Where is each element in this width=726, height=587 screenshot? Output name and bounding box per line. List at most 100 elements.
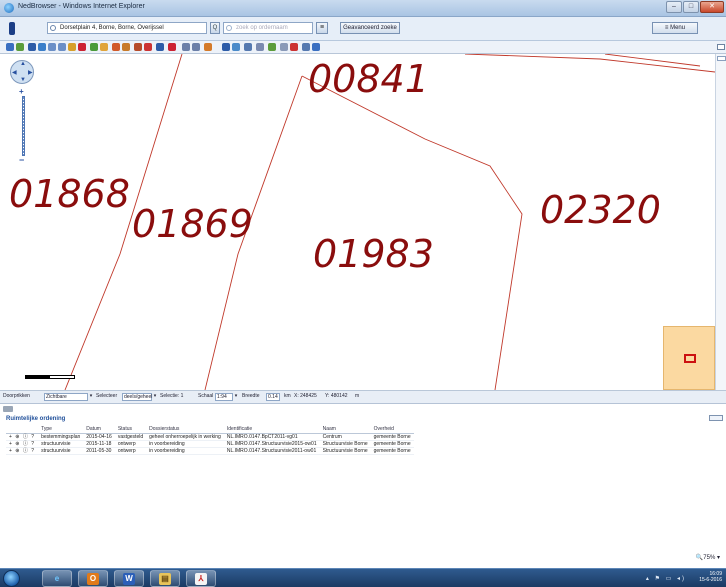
cell-naam: Structuurvisie Borne [319,440,371,448]
taskbar-word[interactable]: W [114,570,144,587]
bookmark-icon[interactable] [100,43,108,51]
close-button[interactable]: ✕ [700,1,724,13]
list-button[interactable]: ≡ [316,22,328,34]
column-header[interactable]: Naam [319,426,371,434]
pan-down-icon[interactable]: ▼ [20,77,26,83]
measure-icon[interactable] [134,43,142,51]
start-button[interactable] [3,570,20,587]
home-icon[interactable] [6,43,14,51]
print-map-icon[interactable] [302,43,310,51]
menu-button[interactable]: ≡ Menu [652,22,698,34]
print-results-icon[interactable] [709,415,723,421]
check-icon[interactable] [268,43,276,51]
pan-left-icon[interactable]: ◀ [12,69,17,76]
selecteer-select[interactable]: deels/geheel [122,393,152,401]
column-header[interactable]: Type [38,426,84,434]
table-row[interactable]: + ⊕ ⓘ ? structuurvisie 2015-11-18 ontwer… [6,440,414,448]
order-search-input[interactable]: zoek op ordernaam [223,22,313,34]
taskbar-pdf[interactable]: ⅄ [186,570,216,587]
search-button[interactable]: Q [210,22,220,34]
delete-icon[interactable] [290,43,298,51]
selectie-count: Selectie: 1 [160,393,184,399]
locate-icon[interactable] [168,43,176,51]
pan-icon[interactable] [78,43,86,51]
export-icon[interactable] [204,43,212,51]
pan-right-icon[interactable]: ▶ [28,69,33,76]
select-polygon-icon[interactable] [122,43,130,51]
pan-up-icon[interactable]: ▲ [20,61,26,67]
grid-icon[interactable] [244,43,252,51]
measure-area-icon[interactable] [144,43,152,51]
column-header[interactable]: Identificatie [223,426,320,434]
header-spacer [6,426,39,434]
overview-map[interactable] [663,326,715,390]
overview-extent-marker[interactable] [684,354,696,363]
row-actions-icon[interactable]: + ⊕ ⓘ ? [6,440,39,448]
y-coordinate: Y: 480142 [325,393,348,399]
map-canvas[interactable]: 00841 01868 01869 01983 02320 ▲ ◀ ▶ ▼ + … [0,54,715,390]
table-header: Type Datum Status Dossierstatus Identifi… [6,426,414,434]
doorprikken-select[interactable]: Zichtbare [44,393,88,401]
breedte-input[interactable]: 0.14 [266,393,280,401]
row-actions-icon[interactable]: + ⊕ ⓘ ? [6,433,39,441]
chevron-down-icon[interactable]: ▾ [233,393,239,401]
zoom-in-icon[interactable] [48,43,56,51]
cell-datum: 2015-04-16 [83,433,115,441]
taskbar-explorer[interactable]: ▤ [150,570,180,587]
chevron-down-icon[interactable]: ▾ [152,393,158,401]
panel-tools-icon[interactable] [3,406,13,412]
table-row[interactable]: + ⊕ ⓘ ? bestemmingsplan 2015-04-16 vastg… [6,433,414,441]
system-tray-icons[interactable]: ▴ ⚑ ▭ ◂) [646,575,686,582]
table-row[interactable]: + ⊕ ⓘ ? structuurvisie 2011-05-30 ontwer… [6,447,414,455]
expand-panel-icon[interactable] [717,56,726,61]
table-icon[interactable] [182,43,190,51]
globe-icon[interactable] [38,43,46,51]
flag-icon[interactable] [280,43,288,51]
cell-naam: Centrum [319,433,371,441]
schaal-input[interactable]: 1:94 [215,393,233,401]
report-icon[interactable] [192,43,200,51]
select-icon[interactable] [112,43,120,51]
minimize-button[interactable]: – [666,1,682,13]
image-icon[interactable] [232,43,240,51]
maximize-button[interactable]: □ [683,1,699,13]
zoom-extent-icon[interactable] [68,43,76,51]
taskbar-outlook[interactable]: O [78,570,108,587]
advanced-search-button[interactable]: Geavanceerd zoeke [340,22,400,34]
taskbar-ie[interactable]: e [42,570,72,587]
folder-icon: ▤ [159,573,171,585]
column-header[interactable]: Dossierstatus [146,426,224,434]
selecteer-label: Selecteer [96,393,118,399]
cell-type: bestemmingsplan [38,433,84,441]
info-icon[interactable] [156,43,164,51]
search-icon [50,25,56,31]
ordening-table: Type Datum Status Dossierstatus Identifi… [6,426,414,455]
help-icon[interactable] [312,43,320,51]
panel-toggle-icon[interactable] [717,44,725,50]
scale-bar [25,375,75,379]
column-header[interactable]: Status [114,426,147,434]
print-icon[interactable] [28,43,36,51]
clock[interactable]: 16:09 15-6-2016 [699,571,722,583]
pan-control[interactable]: ▲ ◀ ▶ ▼ [10,60,34,84]
layers-icon[interactable] [16,43,24,51]
map-statusbar: Doorprikken Zichtbare ▾ Selecteer deels/… [0,390,726,403]
column-header[interactable]: Overheid [370,426,414,434]
zoom-out-button[interactable]: − [19,155,24,165]
zoom-in-button[interactable]: + [19,87,24,96]
refresh-icon[interactable] [90,43,98,51]
chevron-down-icon[interactable]: ▾ [88,393,94,401]
cell-datum: 2011-05-30 [83,447,115,455]
draw-icon[interactable] [222,43,230,51]
zoom-level[interactable]: 🔍75% ▾ [696,554,720,561]
address-search-input[interactable]: Dorsetplain 4, Borne, Borne, Overijssel [47,22,207,34]
column-header[interactable]: Datum [83,426,115,434]
row-actions-icon[interactable]: + ⊕ ⓘ ? [6,447,39,455]
cell-identificatie: NL.IMRO.0147.Structuurvisie2015-ow01 [223,440,320,448]
parcel-label: 00841 [308,57,429,101]
zoom-out-icon[interactable] [58,43,66,51]
zoom-slider[interactable] [22,96,25,156]
edit-icon[interactable] [256,43,264,51]
clock-date: 15-6-2016 [699,577,722,583]
section-title: Ruimtelijke ordening [6,416,66,422]
